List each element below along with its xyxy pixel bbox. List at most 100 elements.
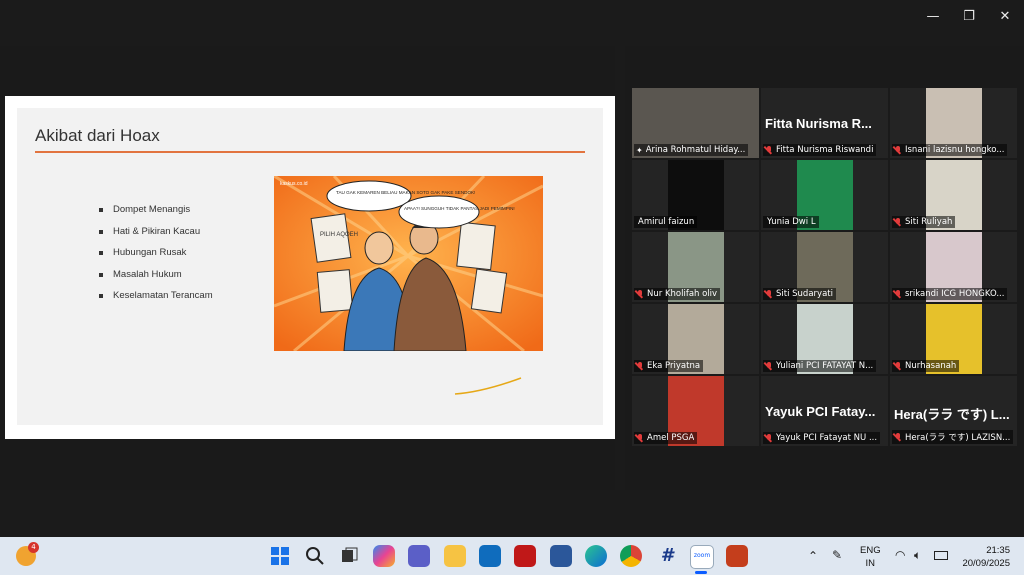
zoom-label: zoom <box>693 552 711 559</box>
clock-date: 20/09/2025 <box>962 558 1010 569</box>
participant-name-label: ✦ Arina Rohmatul Hiday... <box>634 144 749 156</box>
participant-tile[interactable]: Yunia Dwi L <box>761 160 888 230</box>
zoom-icon[interactable]: zoom <box>690 545 714 569</box>
shared-screen-area: Akibat dari Hoax Dompet Menangis Hati & … <box>0 46 615 490</box>
pin-icon: ✦ <box>636 145 643 155</box>
muted-mic-icon <box>894 432 902 442</box>
participant-tile[interactable]: Nur Kholifah oliv <box>632 232 759 302</box>
participant-name-label: Hera(ララ です) LAZISN... <box>892 430 1014 444</box>
participant-tile[interactable]: Siti Sudaryati <box>761 232 888 302</box>
windows-taskbar: 4 # zoom ⌃ ✎ ENG IN ◠ 🔈︎ 21:35 20/09/202… <box>0 537 1024 575</box>
hoax-comic-illustration: PILIH AQOEH TAU GAK KEMAREN BELIAU MAKAN… <box>274 176 543 351</box>
language-indicator[interactable]: ENG IN <box>860 544 881 570</box>
bullet-item: Keselamatan Terancam <box>99 290 213 312</box>
mcafee-icon[interactable] <box>514 545 536 567</box>
participant-name-label: Siti Sudaryati <box>763 288 836 300</box>
minimize-button[interactable]: — <box>918 8 948 26</box>
bullet-item: Hati & Pikiran Kacau <box>99 226 213 248</box>
restore-button[interactable]: ❐ <box>954 8 984 26</box>
copilot-icon[interactable] <box>373 545 395 567</box>
participant-tile[interactable]: Amirul faizun <box>632 160 759 230</box>
presentation-slide: Akibat dari Hoax Dompet Menangis Hati & … <box>5 96 615 439</box>
close-button[interactable]: ✕ <box>990 8 1020 26</box>
participant-tile[interactable]: Eka Priyatna <box>632 304 759 374</box>
participant-name: srikandi ICG HONGKO... <box>905 289 1005 299</box>
participant-tile[interactable]: Yuliani PCI FATAYAT N... <box>761 304 888 374</box>
participant-tile[interactable]: Fitta Nurisma R... Fitta Nurisma Riswandi <box>761 88 888 158</box>
participant-tile[interactable]: Amel PSGA <box>632 376 759 446</box>
keyboard-layout: IN <box>865 558 876 569</box>
pen-menu-icon[interactable]: ✎ <box>832 548 842 562</box>
participant-tile[interactable]: Isnani lazisnu hongko... <box>890 88 1017 158</box>
edge-icon[interactable] <box>585 545 607 567</box>
participant-name: Siti Ruliyah <box>905 217 953 227</box>
poster-text: PILIH AQOEH <box>320 232 358 238</box>
participant-name-label: Fitta Nurisma Riswandi <box>763 144 877 156</box>
muted-mic-icon <box>894 217 902 227</box>
participant-name-label: Nur Kholifah oliv <box>634 288 721 300</box>
store-icon[interactable] <box>550 545 572 567</box>
participant-name-label: Yayuk PCI Fatayat NU ... <box>763 432 881 444</box>
notification-badge: 4 <box>28 542 39 553</box>
participant-name-label: Eka Priyatna <box>634 360 704 372</box>
outlook-icon[interactable] <box>479 545 501 567</box>
participant-name-label: Yuliani PCI FATAYAT N... <box>763 360 877 372</box>
file-explorer-icon[interactable] <box>444 545 466 567</box>
hashtag-app-icon[interactable]: # <box>656 545 678 567</box>
search-icon[interactable] <box>304 545 326 567</box>
muted-mic-icon <box>765 289 773 299</box>
participant-name: Siti Sudaryati <box>776 289 833 299</box>
clock-time: 21:35 <box>986 545 1010 556</box>
pen-annotation <box>454 377 522 395</box>
speaker-icon[interactable]: 🔈︎ <box>914 548 921 563</box>
participant-name: Yunia Dwi L <box>767 217 816 227</box>
chevron-up-icon[interactable]: ⌃ <box>808 549 818 563</box>
participant-name-display: Yayuk PCI Fatay... <box>765 404 876 419</box>
bullet-item: Hubungan Rusak <box>99 247 213 269</box>
participant-name-label: Yunia Dwi L <box>763 216 819 228</box>
bullet-list: Dompet Menangis Hati & Pikiran Kacau Hub… <box>99 204 213 312</box>
participant-tile[interactable]: Yayuk PCI Fatay... Yayuk PCI Fatayat NU .… <box>761 376 888 446</box>
participant-name-display: Fitta Nurisma R... <box>765 116 872 131</box>
participant-tile[interactable]: Hera(ララ です) L... Hera(ララ です) LAZISN... <box>890 376 1017 446</box>
muted-mic-icon <box>765 433 773 443</box>
participant-name: Yayuk PCI Fatayat NU ... <box>776 433 878 443</box>
battery-icon[interactable] <box>934 551 948 560</box>
participant-tile[interactable]: srikandi ICG HONGKO... <box>890 232 1017 302</box>
participant-name-label: Amel PSGA <box>634 432 698 444</box>
participant-name: Isnani lazisnu hongko... <box>905 145 1005 155</box>
participant-name-label: Isnani lazisnu hongko... <box>892 144 1008 156</box>
participant-name: Eka Priyatna <box>647 361 701 371</box>
muted-mic-icon <box>765 361 773 371</box>
participant-name: Hera(ララ です) LAZISN... <box>905 433 1011 443</box>
chrome-icon[interactable] <box>620 545 642 567</box>
participant-name-label: Nurhasanah <box>892 360 960 372</box>
system-clock[interactable]: 21:35 20/09/2025 <box>962 544 1010 570</box>
speech-bubble-left: TAU GAK KEMAREN BELIAU MAKAN SOTO GAK PA… <box>336 190 475 195</box>
muted-mic-icon <box>636 361 644 371</box>
participant-name: Amirul faizun <box>638 217 695 227</box>
start-icon[interactable] <box>269 545 291 567</box>
task-view-icon[interactable] <box>338 545 360 567</box>
participant-name: Arina Rohmatul Hiday... <box>645 145 746 155</box>
muted-mic-icon <box>894 289 902 299</box>
participant-tile[interactable]: ✦ Arina Rohmatul Hiday... <box>632 88 759 158</box>
powerpoint-icon[interactable] <box>726 545 748 567</box>
title-underline <box>35 151 585 153</box>
participant-name: Nur Kholifah oliv <box>647 289 718 299</box>
muted-mic-icon <box>894 145 902 155</box>
language-code: ENG <box>860 545 881 556</box>
participant-tile[interactable]: Nurhasanah <box>890 304 1017 374</box>
speech-bubble-right: APAA?! SUNGGUH TIDAK PANTAS JADI PEMIMPI… <box>404 206 515 211</box>
teams-icon[interactable] <box>408 545 430 567</box>
participant-tile[interactable]: Siti Ruliyah <box>890 160 1017 230</box>
active-app-indicator <box>695 571 707 574</box>
bullet-item: Dompet Menangis <box>99 204 213 226</box>
participant-name-label: srikandi ICG HONGKO... <box>892 288 1008 300</box>
participant-name: Yuliani PCI FATAYAT N... <box>776 361 874 371</box>
muted-mic-icon <box>894 361 902 371</box>
participant-name-label: Amirul faizun <box>634 216 698 228</box>
wifi-icon[interactable]: ◠ <box>895 548 905 562</box>
muted-mic-icon <box>765 145 773 155</box>
participant-gallery: ✦ Arina Rohmatul Hiday... Fitta Nurisma R.… <box>625 46 1024 490</box>
